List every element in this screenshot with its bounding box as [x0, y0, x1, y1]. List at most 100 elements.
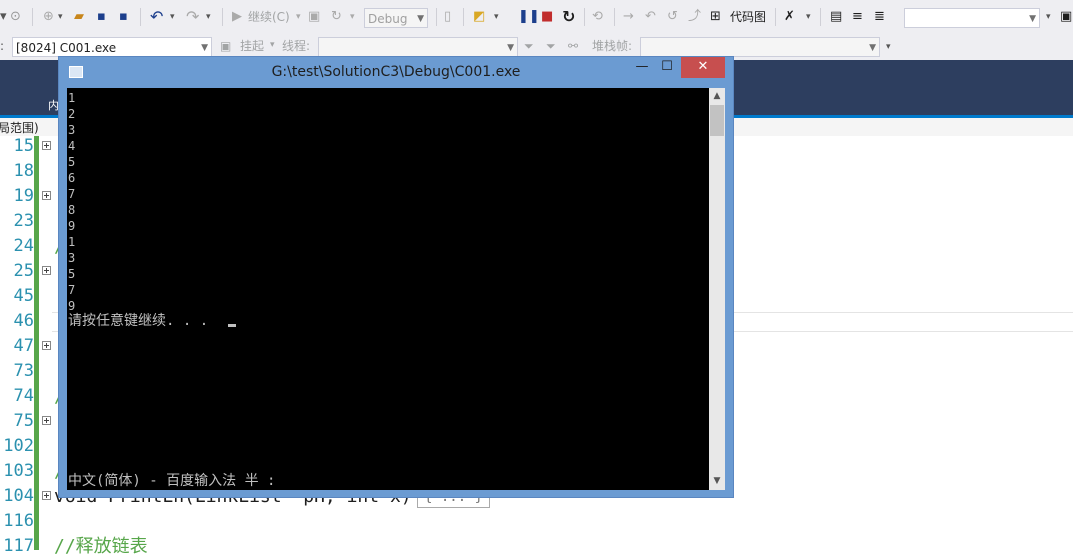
- restart-icon[interactable]: ↻: [562, 7, 575, 27]
- refresh-dropdown-icon[interactable]: ▾: [350, 7, 355, 27]
- open-file-icon[interactable]: ▰: [74, 7, 84, 27]
- toolbar-grip: :: [0, 39, 5, 53]
- ime-status: 中文(简体) - 百度输入法 半 :: [68, 473, 276, 489]
- stackframe-label: 堆栈帧:: [592, 39, 633, 53]
- toolbar-separator: [584, 8, 585, 26]
- thread-dropdown[interactable]: ▼: [318, 37, 518, 57]
- line-number: 19: [13, 186, 34, 206]
- filter-icon[interactable]: ⏷: [524, 36, 534, 56]
- line-number: 117: [3, 536, 34, 556]
- console-line: 9: [68, 219, 76, 233]
- scroll-down-icon[interactable]: ▼: [709, 473, 725, 490]
- line-number: 103: [3, 461, 34, 481]
- console-line: 5: [68, 267, 76, 281]
- thread-label: 线程:: [282, 39, 311, 53]
- suspend-icon[interactable]: ▣: [220, 36, 231, 56]
- document-icon[interactable]: ▤: [830, 7, 842, 27]
- toolbar-separator: [614, 8, 615, 26]
- continue-play-icon[interactable]: ▶: [232, 7, 242, 27]
- console-line: 9: [68, 299, 76, 313]
- step-out-icon[interactable]: ↺: [667, 7, 678, 27]
- redo-dropdown-icon[interactable]: ▾: [206, 7, 211, 27]
- console-output[interactable]: 1 2 3 4 5 6 7 8 9 1 3 5 7 9 请按任意键继续. . .…: [67, 88, 709, 490]
- change-tracking-bar: [34, 136, 39, 550]
- comment-icon[interactable]: ≣: [874, 7, 885, 27]
- main-toolbar: ▾ ⊙ ⊕ ▾ ▰ ▪ ▪ ↶ ▾ ↷ ▾ ▶ 继续(C) ▾ ▣ ↻ ▾ De…: [0, 0, 1073, 34]
- solution-config-dropdown[interactable]: Debug ▼: [364, 8, 428, 28]
- step-into-icon[interactable]: →: [623, 7, 634, 27]
- console-line: 6: [68, 171, 76, 185]
- maximize-button[interactable]: ☐: [656, 57, 678, 78]
- minimize-button[interactable]: —: [631, 57, 653, 78]
- line-number: 73: [13, 361, 34, 381]
- new-project-dropdown-icon[interactable]: ▾: [58, 7, 63, 27]
- expand-outline-icon[interactable]: [42, 491, 51, 500]
- stop-icon[interactable]: ■: [541, 7, 553, 27]
- scrollbar-thumb[interactable]: [710, 105, 724, 136]
- close-button[interactable]: ✕: [681, 57, 725, 78]
- line-number: 74: [13, 386, 34, 406]
- console-line: 8: [68, 203, 76, 217]
- line-number: 25: [13, 261, 34, 281]
- undo-dropdown-icon[interactable]: ▾: [170, 7, 175, 27]
- chevron-down-icon: ▼: [201, 43, 208, 53]
- save-icon[interactable]: ▪: [97, 7, 106, 27]
- attach-icon[interactable]: ▣: [308, 7, 320, 27]
- suspend-button[interactable]: 挂起: [240, 36, 264, 56]
- console-line: 3: [68, 123, 76, 137]
- continue-dropdown-icon[interactable]: ▾: [296, 7, 301, 27]
- expand-outline-icon[interactable]: [42, 191, 51, 200]
- line-number: 45: [13, 286, 34, 306]
- scope-dropdown[interactable]: 局范围): [0, 119, 39, 136]
- expand-outline-icon[interactable]: [42, 341, 51, 350]
- toolbar-separator: [775, 8, 776, 26]
- toolbar-overflow-icon[interactable]: ▾: [806, 7, 811, 27]
- show-next-statement-icon[interactable]: ⟲: [592, 7, 603, 27]
- filter-threads-icon[interactable]: ⏷: [546, 36, 556, 56]
- redo-icon[interactable]: ↷: [186, 7, 199, 27]
- continue-button[interactable]: 继续(C): [248, 7, 290, 27]
- line-number: 18: [13, 161, 34, 181]
- line-number: 23: [13, 211, 34, 231]
- refresh-icon[interactable]: ↻: [331, 7, 342, 27]
- console-line: 1: [68, 235, 76, 249]
- process-dropdown[interactable]: [8024] C001.exe ▼: [12, 37, 212, 57]
- scroll-up-icon[interactable]: ▲: [709, 88, 725, 105]
- back-dropdown-icon[interactable]: ▾: [0, 7, 7, 27]
- new-project-icon[interactable]: ⊕: [43, 7, 54, 27]
- chevron-down-icon: ▼: [1029, 14, 1036, 24]
- toolbar-separator: [32, 8, 33, 26]
- console-window[interactable]: G:\test\SolutionC3\Debug\C001.exe — ☐ ✕ …: [58, 56, 734, 498]
- line-number: 24: [13, 236, 34, 256]
- toolbar-overflow-icon[interactable]: ▾: [886, 37, 891, 57]
- save-all-icon[interactable]: ▪: [119, 7, 128, 27]
- indent-icon[interactable]: ≡: [852, 7, 863, 27]
- flag-icon[interactable]: ⚯: [568, 36, 578, 56]
- step-back-icon[interactable]: ⤴: [688, 7, 701, 27]
- line-number: 102: [3, 436, 34, 456]
- toolbar-overflow-icon[interactable]: ▾: [1046, 7, 1051, 27]
- stackframe-dropdown[interactable]: ▼: [640, 37, 880, 57]
- code-map-button[interactable]: 代码图: [730, 7, 766, 27]
- line-number-margin: 15 18 19 23 24 25 45 46 47 73 74 75 102 …: [0, 136, 34, 556]
- undo-icon[interactable]: ↶: [150, 7, 163, 27]
- console-title-bar[interactable]: G:\test\SolutionC3\Debug\C001.exe — ☐ ✕: [59, 57, 733, 88]
- console-line: 5: [68, 155, 76, 169]
- pause-icon[interactable]: ❚❚: [518, 7, 540, 27]
- debug-location-icon[interactable]: ◩: [473, 7, 485, 27]
- expand-outline-icon[interactable]: [42, 266, 51, 275]
- expand-outline-icon[interactable]: [42, 141, 51, 150]
- chevron-down-icon: ▼: [869, 43, 876, 53]
- console-line: 2: [68, 107, 76, 121]
- navigate-forward-icon[interactable]: ⊙: [10, 7, 21, 27]
- code-map-icon[interactable]: ⊞: [710, 7, 721, 27]
- find-in-files-icon[interactable]: ▯: [444, 7, 451, 27]
- expand-outline-icon[interactable]: [42, 416, 51, 425]
- step-over-icon[interactable]: ↶: [645, 7, 656, 27]
- find-combo[interactable]: ▼: [904, 8, 1040, 28]
- tools-icon[interactable]: ✗: [784, 7, 795, 27]
- console-scrollbar[interactable]: ▲ ▼: [709, 88, 725, 490]
- toolbar-overflow-icon[interactable]: ▾: [494, 7, 499, 27]
- toolbar-more-icon[interactable]: ▣: [1060, 7, 1072, 27]
- suspend-dropdown-icon[interactable]: ▾: [270, 35, 275, 55]
